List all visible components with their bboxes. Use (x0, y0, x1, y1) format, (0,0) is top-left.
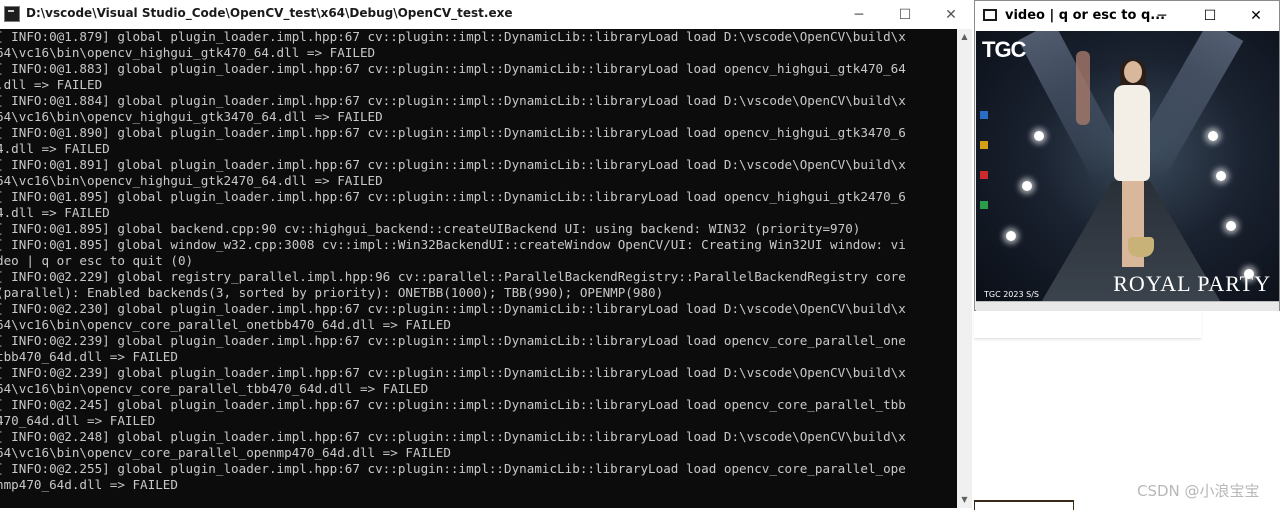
console-app-icon (4, 6, 20, 22)
runway-model (1108, 59, 1156, 277)
stage-light (1216, 171, 1226, 181)
console-line: [ INFO:0@2.239] global plugin_loader.imp… (0, 365, 906, 380)
close-button[interactable]: ✕ (928, 0, 974, 29)
desktop-icon (980, 201, 988, 209)
console-line: (parallel): Enabled backends(3, sorted b… (0, 285, 664, 300)
console-line: 64\vc16\bin\opencv_highgui_gtk2470_64.dl… (0, 173, 383, 188)
console-window: D:\vscode\Visual Studio_Code\OpenCV_test… (0, 0, 972, 508)
console-window-title: D:\vscode\Visual Studio_Code\OpenCV_test… (26, 6, 513, 20)
video-taskbar-strip (976, 301, 1279, 311)
console-line: 64\vc16\bin\opencv_core_parallel_openmp4… (0, 445, 451, 460)
console-line: [ INFO:0@1.895] global backend.cpp:90 cv… (0, 221, 861, 236)
console-line: 64\vc16\bin\opencv_core_parallel_tbb470_… (0, 381, 429, 396)
console-line: [ INFO:0@2.230] global plugin_loader.imp… (0, 301, 906, 316)
stage-light (1034, 131, 1044, 141)
stage-light (1022, 181, 1032, 191)
console-line: 4.dll => FAILED (0, 205, 110, 220)
console-line: [ INFO:0@1.891] global plugin_loader.imp… (0, 157, 906, 172)
console-line: 470_64d.dll => FAILED (0, 413, 156, 428)
royal-party-logo: ROYAL PARTY (1113, 271, 1271, 296)
console-line: [ INFO:0@2.255] global plugin_loader.imp… (0, 461, 906, 476)
csdn-watermark: CSDN @小浪宝宝 (1137, 482, 1260, 500)
console-line: 64\vc16\bin\opencv_core_parallel_onetbb4… (0, 317, 451, 332)
background-page-element (974, 500, 1074, 510)
console-titlebar[interactable]: D:\vscode\Visual Studio_Code\OpenCV_test… (0, 0, 972, 29)
console-output[interactable]: [ INFO:0@1.879] global plugin_loader.imp… (0, 29, 957, 508)
scroll-up-arrow-icon[interactable]: ▲ (957, 29, 972, 45)
console-line: tbb470_64d.dll => FAILED (0, 349, 178, 364)
console-line: [ INFO:0@1.895] global window_w32.cpp:30… (0, 237, 906, 252)
background-page-card (974, 311, 1201, 339)
console-line: 4.dll => FAILED (0, 141, 110, 156)
video-titlebar[interactable]: video | q or esc to q... ─ ☐ ✕ (975, 1, 1279, 31)
console-line: deo | q or esc to quit (0) (0, 253, 194, 268)
console-line: .dll => FAILED (0, 77, 103, 92)
stage-light (1006, 231, 1016, 241)
console-line: [ INFO:0@1.883] global plugin_loader.imp… (0, 61, 906, 76)
console-line: 64\vc16\bin\opencv_highgui_gtk470_64.dll… (0, 45, 376, 60)
minimize-button[interactable]: ─ (836, 0, 882, 29)
desktop-icon (980, 171, 988, 179)
tgc-logo: TGC (982, 37, 1026, 62)
console-scrollbar[interactable]: ▲ ▼ (957, 29, 972, 508)
console-line: [ INFO:0@1.895] global plugin_loader.imp… (0, 189, 906, 204)
console-line: [ INFO:0@2.229] global registry_parallel… (0, 269, 906, 284)
maximize-button[interactable]: ☐ (882, 0, 928, 29)
video-caption: TGC 2023 S/S (984, 290, 1039, 299)
video-maximize-button[interactable]: ☐ (1187, 1, 1233, 30)
scroll-down-arrow-icon[interactable]: ▼ (957, 492, 972, 508)
video-window: video | q or esc to q... ─ ☐ ✕ TGC ROYAL… (974, 0, 1280, 311)
console-line: nmp470_64d.dll => FAILED (0, 477, 178, 492)
video-minimize-button[interactable]: ─ (1139, 1, 1185, 30)
console-line: [ INFO:0@1.879] global plugin_loader.imp… (0, 29, 906, 44)
console-line: [ INFO:0@2.239] global plugin_loader.imp… (0, 333, 906, 348)
background-model (1076, 51, 1090, 125)
console-line: [ INFO:0@2.248] global plugin_loader.imp… (0, 429, 906, 444)
console-line: 64\vc16\bin\opencv_highgui_gtk3470_64.dl… (0, 109, 383, 124)
video-frame[interactable]: TGC ROYAL PARTY TGC 2023 S/S (976, 31, 1279, 301)
desktop-icon (980, 111, 988, 119)
video-close-button[interactable]: ✕ (1233, 1, 1279, 30)
console-line: [ INFO:0@1.884] global plugin_loader.imp… (0, 93, 906, 108)
stage-light (1208, 131, 1218, 141)
desktop-icon (980, 141, 988, 149)
console-line: [ INFO:0@1.890] global plugin_loader.imp… (0, 125, 906, 140)
video-window-icon (983, 9, 997, 21)
console-line: [ INFO:0@2.245] global plugin_loader.imp… (0, 397, 906, 412)
stage-light (1226, 221, 1236, 231)
